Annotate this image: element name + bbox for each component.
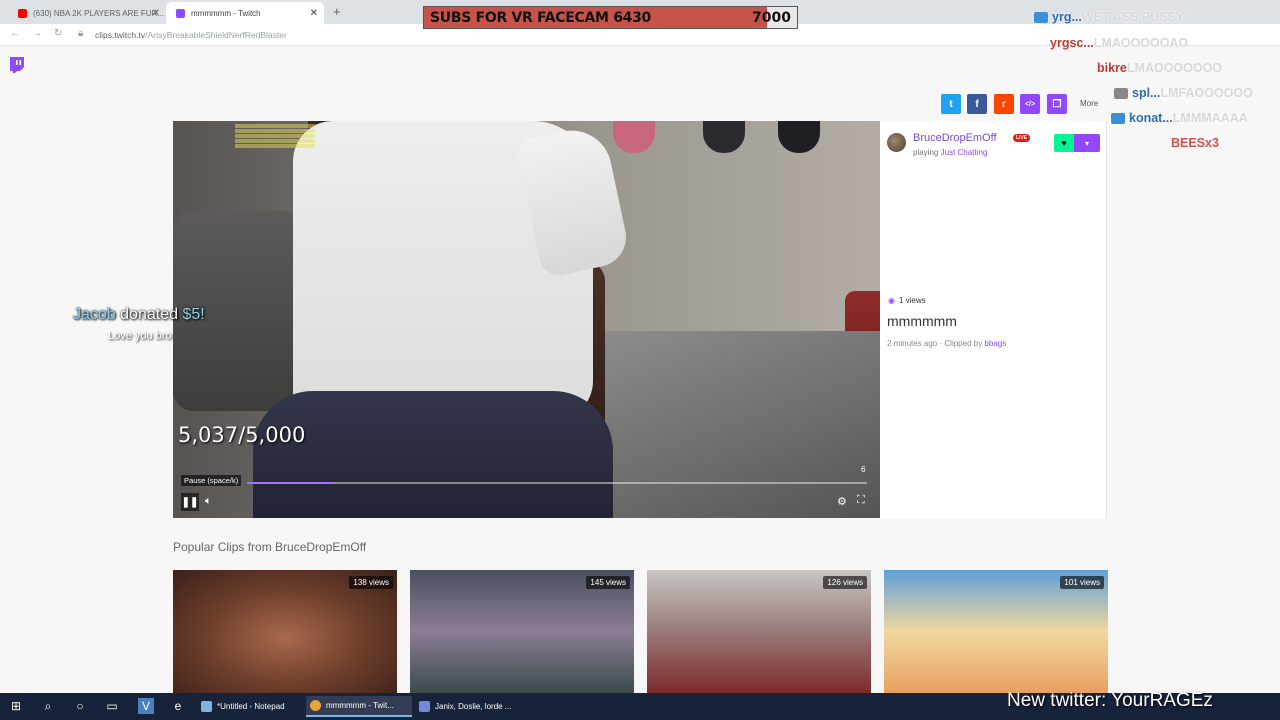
thumbnail-views: 145 views — [586, 576, 630, 589]
clip-info-panel: BruceDropEmOff LIVE playing Just Chattin… — [880, 121, 1107, 518]
twitter-icon: t — [949, 98, 953, 110]
chevron-down-icon: ▾ — [1084, 138, 1089, 148]
clip-thumbnail[interactable]: 145 views — [410, 570, 634, 693]
reddit-share-button[interactable]: r — [994, 94, 1014, 114]
embed-icon: </> — [1024, 100, 1036, 108]
cortana-icon[interactable]: ○ — [72, 698, 88, 714]
clip-time: 2 minutes ago — [887, 339, 938, 348]
back-icon[interactable]: ← — [10, 28, 20, 39]
twitch-logo-icon[interactable] — [8, 56, 26, 74]
follow-button[interactable]: ♥ — [1054, 134, 1074, 152]
follow-menu-button[interactable]: ▾ — [1074, 134, 1100, 152]
donor-name: Jacob — [73, 306, 116, 323]
app-icon[interactable]: V — [138, 698, 154, 714]
clipper-link[interactable]: bbags — [984, 339, 1006, 348]
reload-icon[interactable]: ↻ — [54, 28, 62, 39]
close-icon[interactable]: ✕ — [152, 8, 160, 19]
sub-badge-icon — [1111, 113, 1125, 125]
copy-link-button[interactable]: ❐ — [1047, 94, 1067, 114]
thumbnail-views: 101 views — [1060, 576, 1104, 589]
clip-meta: 2 minutes ago · Clipped by bbags — [887, 339, 1006, 348]
chrome-icon — [310, 700, 321, 711]
chat-message: bikreLMAOOOOOOO — [1097, 61, 1223, 75]
url-text[interactable]: clips.twitch.tv/ArtsyBreakableShieldNerf… — [95, 30, 287, 40]
donation-amount: $5! — [182, 306, 205, 323]
heart-icon: ♥ — [1061, 138, 1067, 148]
video-frame — [253, 391, 613, 518]
streamer-name[interactable]: BruceDropEmOff — [913, 132, 997, 144]
clip-thumbnail[interactable]: 101 views — [884, 570, 1108, 693]
clip-thumbnail[interactable]: 126 views — [647, 570, 871, 693]
embed-button[interactable]: </> — [1020, 94, 1040, 114]
donation-message: Love you bro — [108, 330, 172, 342]
search-icon[interactable]: ⌕ — [40, 698, 56, 714]
clip-title: mmmmmm — [887, 313, 957, 329]
chat-message: spl...LMFAOOOOOO — [1114, 86, 1253, 100]
copy-icon: ❐ — [1052, 98, 1062, 110]
reddit-icon: r — [1002, 98, 1006, 110]
chat-message: konat...LMMMAAAA — [1111, 111, 1248, 125]
lock-icon: 🔒︎ — [78, 28, 84, 39]
twitch-icon — [176, 8, 185, 18]
chat-message: BEESx3 — [1171, 136, 1219, 150]
tab-youtube[interactable]: (630) NBA 2K PLAYERS ARE FUR... ✕ — [8, 2, 166, 24]
donation-alert: Jacob donated $5! — [73, 306, 205, 324]
playing-game: playing Just Chatting — [913, 148, 987, 157]
pause-tooltip: Pause (space/k) — [181, 475, 242, 486]
taskbar-discord[interactable]: Janix, Doslie, lorde ... — [415, 696, 521, 717]
subs-goal-bar: SUBS FOR VR FACECAM 6430 7000 — [423, 6, 798, 29]
thumbnail-views: 126 views — [823, 576, 867, 589]
avatar[interactable] — [887, 133, 906, 152]
seek-bar[interactable] — [247, 482, 867, 484]
pause-icon: ❚❚ — [181, 496, 199, 508]
overlay-counter: 5,037/5,000 — [178, 423, 306, 447]
donation-word: donated — [120, 306, 178, 323]
new-twitter-overlay: New twitter: YourRAGEz — [1007, 690, 1213, 711]
close-icon[interactable]: ✕ — [310, 8, 318, 19]
settings-icon[interactable]: ⚙︎ — [837, 495, 847, 508]
tab-twitch[interactable]: mmmmmm - Twitch ✕ — [166, 2, 324, 24]
eye-icon: ◉ — [888, 296, 895, 305]
chat-message: yrg...WET ASS PUSSY — [1034, 10, 1184, 24]
subs-goal-target: 7000 — [752, 10, 791, 26]
subs-goal-label: SUBS FOR VR FACECAM 6430 — [430, 10, 651, 26]
facebook-share-button[interactable]: f — [967, 94, 987, 114]
new-tab-button[interactable]: + — [333, 4, 341, 19]
taskbar-notepad[interactable]: *Untitled - Notepad — [197, 696, 303, 717]
pause-button[interactable]: ❚❚ — [181, 493, 199, 511]
seek-bar-fill — [247, 482, 334, 484]
sub-badge-icon — [1034, 12, 1048, 24]
video-chat-overlay — [235, 123, 315, 243]
tab-label: mmmmmm - Twitch — [191, 8, 261, 18]
clip-thumbnail[interactable]: 138 views — [173, 570, 397, 693]
edge-icon[interactable]: e — [170, 698, 186, 714]
playing-prefix: playing — [913, 148, 939, 157]
video-frame — [573, 331, 880, 518]
windows-start-icon[interactable]: ⊞ — [8, 698, 24, 714]
taskbar-chrome[interactable]: mmmmmm - Twit... — [306, 696, 412, 717]
tab-label: (630) NBA 2K PLAYERS ARE FUR... — [33, 8, 165, 18]
task-view-icon[interactable]: ▭ — [104, 698, 120, 714]
clip-timer: 6 — [861, 465, 866, 474]
volume-icon[interactable]: 🔈︎ — [205, 495, 212, 508]
thumbnail-views: 138 views — [349, 576, 393, 589]
discord-icon — [419, 701, 430, 712]
youtube-icon — [18, 8, 27, 18]
notepad-icon — [201, 701, 212, 712]
live-badge: LIVE — [1013, 134, 1031, 142]
sub-badge-icon — [1114, 88, 1128, 100]
game-link[interactable]: Just Chatting — [941, 148, 988, 157]
clipped-by-prefix: · Clipped by — [939, 339, 983, 348]
twitter-share-button[interactable]: t — [941, 94, 961, 114]
fullscreen-icon[interactable]: ⛶ — [857, 494, 865, 507]
facebook-icon: f — [975, 98, 979, 110]
popular-clips-heading: Popular Clips from BruceDropEmOff — [173, 540, 367, 554]
more-share-button[interactable]: More — [1080, 99, 1098, 108]
chat-message: yrgsc...LMAOOOOOAO — [1050, 36, 1189, 50]
forward-icon[interactable]: → — [32, 28, 42, 39]
clip-views: ◉ 1 views — [888, 296, 926, 305]
video-player[interactable]: 5,037/5,000 Pause (space/k) 6 ❚❚ 🔈︎ ⚙︎ ⛶ — [173, 121, 880, 518]
